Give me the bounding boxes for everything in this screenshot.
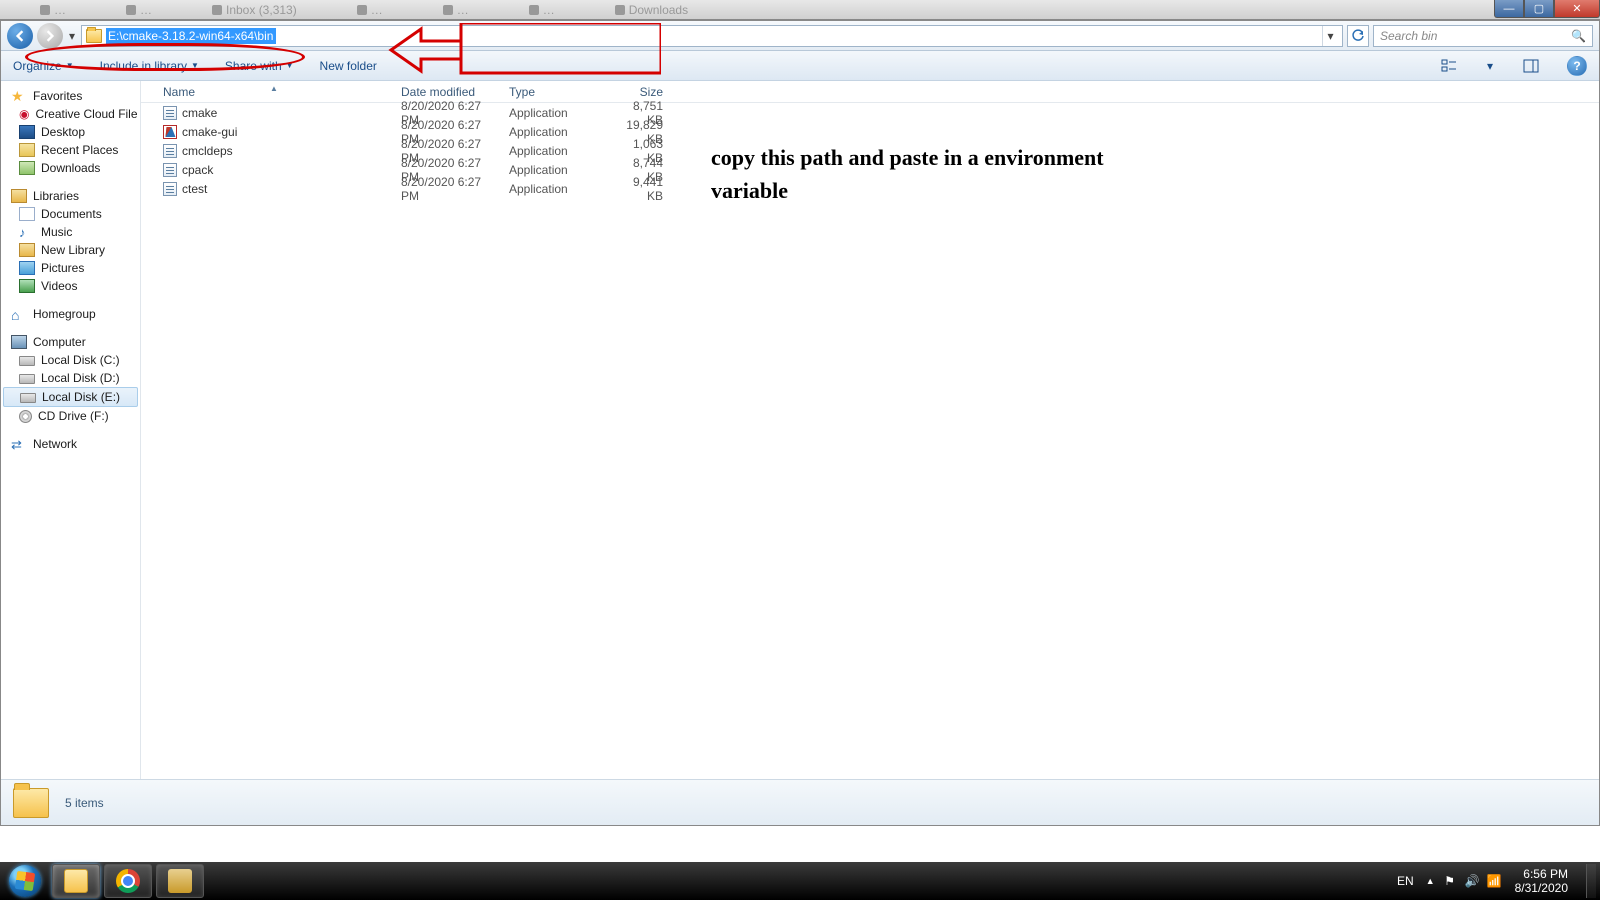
nav-drive-c[interactable]: Local Disk (C:) (1, 351, 140, 369)
tray-flag-icon[interactable]: ⚑ (1443, 874, 1457, 888)
file-name: cmake (182, 106, 217, 120)
windows-orb-icon (9, 865, 41, 897)
taskbar-explorer[interactable] (52, 864, 100, 898)
minimize-button[interactable]: — (1494, 0, 1524, 18)
nav-recent-places[interactable]: Recent Places (1, 141, 140, 159)
file-type: Application (501, 182, 611, 196)
nav-drive-cd[interactable]: CD Drive (F:) (1, 407, 140, 425)
column-headers: Name▲ Date modified Type Size (141, 81, 1599, 103)
paint-icon (168, 869, 192, 893)
view-options-button[interactable] (1439, 56, 1459, 76)
window-caption-buttons: — ▢ ✕ (1494, 0, 1600, 20)
column-name[interactable]: Name▲ (155, 85, 393, 99)
taskbar-chrome[interactable] (104, 864, 152, 898)
file-date: 8/20/2020 6:27 PM (393, 175, 501, 203)
nav-drive-e[interactable]: Local Disk (E:) (3, 387, 138, 407)
nav-documents[interactable]: Documents (1, 205, 140, 223)
command-bar: Organize▼ Include in library▼ Share with… (1, 51, 1599, 81)
folder-icon (13, 788, 49, 818)
file-list-pane: Name▲ Date modified Type Size cmake8/20/… (141, 81, 1599, 779)
navigation-pane: ★Favorites ◉Creative Cloud File Desktop … (1, 81, 141, 779)
file-name: ctest (182, 182, 207, 196)
share-with-menu[interactable]: Share with▼ (225, 59, 294, 73)
nav-homegroup-header[interactable]: ⌂Homegroup (1, 305, 140, 323)
close-button[interactable]: ✕ (1554, 0, 1600, 18)
address-bar[interactable]: ▾ (81, 25, 1343, 47)
show-desktop-button[interactable] (1586, 864, 1596, 898)
taskbar: EN ▲ ⚑ 🔊 📶 6:56 PM 8/31/2020 (0, 862, 1600, 900)
file-icon (163, 106, 177, 120)
column-type[interactable]: Type (501, 85, 611, 99)
nav-favorites-header[interactable]: ★Favorites (1, 87, 140, 105)
organize-menu[interactable]: Organize▼ (13, 59, 74, 73)
column-date[interactable]: Date modified (393, 85, 501, 99)
nav-computer-header[interactable]: Computer (1, 333, 140, 351)
nav-forward-button[interactable] (37, 23, 63, 49)
nav-network-header[interactable]: ⇄Network (1, 435, 140, 453)
tray-clock[interactable]: 6:56 PM 8/31/2020 (1509, 867, 1574, 896)
file-type: Application (501, 125, 611, 139)
file-row[interactable]: cmake-gui8/20/2020 6:27 PMApplication19,… (141, 122, 1599, 141)
maximize-button[interactable]: ▢ (1524, 0, 1554, 18)
nav-creative-cloud[interactable]: ◉Creative Cloud File (1, 105, 140, 123)
system-tray: EN ▲ ⚑ 🔊 📶 6:56 PM 8/31/2020 (1393, 864, 1600, 898)
refresh-button[interactable] (1347, 25, 1369, 47)
item-count-label: 5 items (65, 796, 104, 810)
nav-desktop[interactable]: Desktop (1, 123, 140, 141)
address-dropdown[interactable]: ▾ (1322, 26, 1338, 46)
file-row[interactable]: cmake8/20/2020 6:27 PMApplication8,751 K… (141, 103, 1599, 122)
new-folder-button[interactable]: New folder (320, 59, 377, 73)
explorer-icon (64, 869, 88, 893)
help-button[interactable]: ? (1567, 56, 1587, 76)
start-button[interactable] (0, 862, 50, 900)
search-placeholder: Search bin (1380, 29, 1437, 43)
view-options-dropdown[interactable]: ▾ (1485, 56, 1495, 76)
file-icon (163, 163, 177, 177)
nav-videos[interactable]: Videos (1, 277, 140, 295)
nav-libraries-header[interactable]: Libraries (1, 187, 140, 205)
details-pane: 5 items (1, 779, 1599, 825)
tray-language[interactable]: EN (1393, 874, 1418, 888)
file-icon (163, 182, 177, 196)
file-type: Application (501, 106, 611, 120)
include-in-library-menu[interactable]: Include in library▼ (100, 59, 199, 73)
preview-pane-button[interactable] (1521, 56, 1541, 76)
chrome-icon (116, 869, 140, 893)
file-type: Application (501, 144, 611, 158)
file-type: Application (501, 163, 611, 177)
tray-volume-icon[interactable]: 🔊 (1465, 874, 1479, 888)
taskbar-paint[interactable] (156, 864, 204, 898)
file-icon (163, 125, 177, 139)
file-size: 9,441 KB (611, 175, 671, 203)
file-name: cmake-gui (182, 125, 237, 139)
search-box[interactable]: Search bin 🔍 (1373, 25, 1593, 47)
folder-icon (86, 29, 102, 43)
background-browser-tabstrip: … … Inbox (3,313) … … … Downloads (0, 0, 1600, 20)
explorer-window: ▾ ▾ Search bin 🔍 Organize▼ Include in li… (0, 20, 1600, 826)
tray-network-icon[interactable]: 📶 (1487, 874, 1501, 888)
nav-pictures[interactable]: Pictures (1, 259, 140, 277)
nav-downloads[interactable]: Downloads (1, 159, 140, 177)
nav-new-library[interactable]: New Library (1, 241, 140, 259)
address-bar-row: ▾ ▾ Search bin 🔍 (1, 21, 1599, 51)
tray-show-hidden-icon[interactable]: ▲ (1426, 876, 1435, 886)
file-name: cmcldeps (182, 144, 233, 158)
nav-music[interactable]: ♪Music (1, 223, 140, 241)
nav-drive-d[interactable]: Local Disk (D:) (1, 369, 140, 387)
search-icon: 🔍 (1571, 29, 1586, 43)
file-icon (163, 144, 177, 158)
annotation-text: copy this path and paste in a environmen… (711, 141, 1111, 207)
nav-history-dropdown[interactable]: ▾ (67, 29, 77, 43)
address-input[interactable] (106, 28, 276, 44)
column-size[interactable]: Size (611, 85, 671, 99)
file-name: cpack (182, 163, 213, 177)
nav-back-button[interactable] (7, 23, 33, 49)
